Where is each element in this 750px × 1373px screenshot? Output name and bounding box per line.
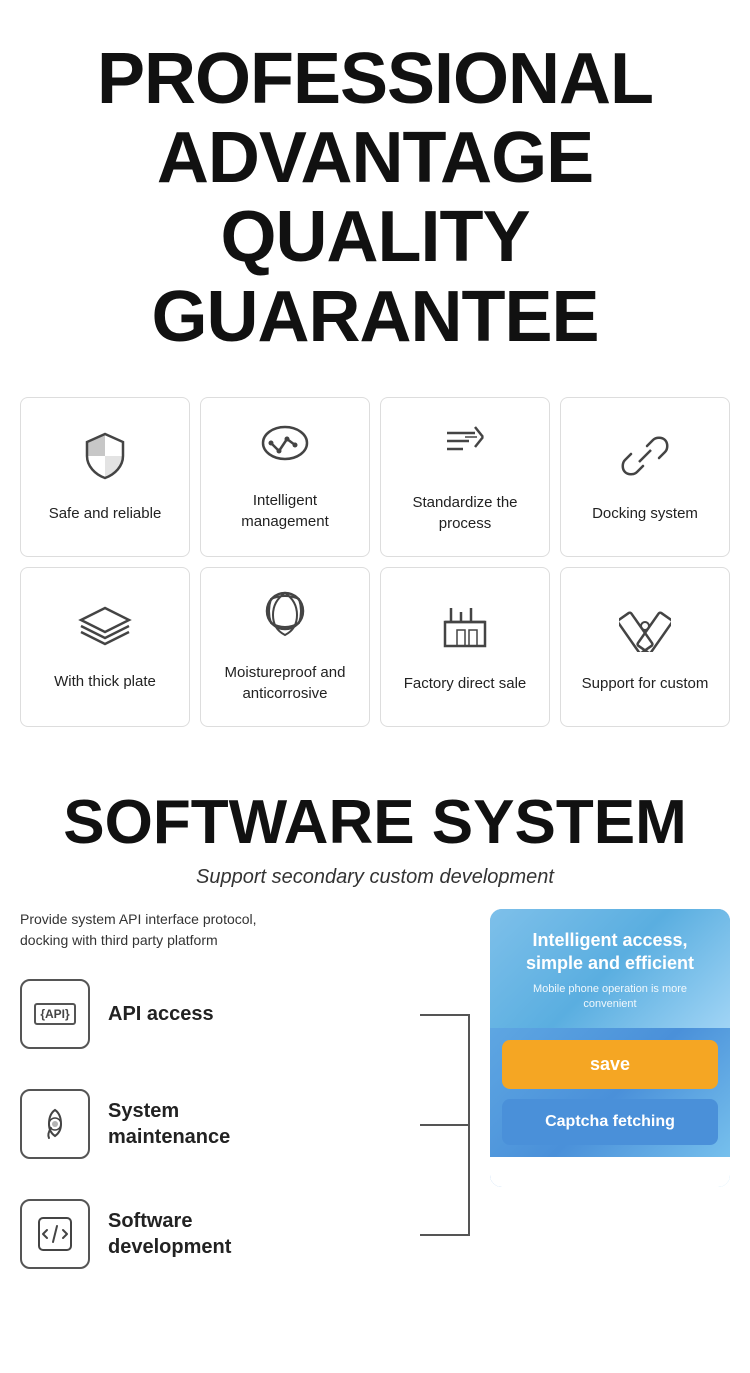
feature-standardize: Standardize the process (380, 397, 550, 557)
software-body: Provide system API interface protocol,do… (20, 909, 730, 1305)
save-button[interactable]: save (502, 1040, 718, 1089)
feature-label: Support for custom (582, 673, 709, 694)
grid-row-2: With thick plate Moistureproof and antic… (20, 567, 730, 727)
sw-items-wrapper: {API} API access (20, 979, 470, 1269)
feature-factory: Factory direct sale (380, 567, 550, 727)
maintenance-label: Systemmaintenance (108, 1098, 230, 1150)
panel-buttons: save Captcha fetching (490, 1028, 730, 1157)
feature-label: Docking system (592, 503, 698, 524)
software-left: Provide system API interface protocol,do… (20, 909, 470, 1305)
software-title: SOFTWARE SYSTEM (20, 787, 730, 858)
panel-card: Intelligent access,simple and efficient … (490, 909, 730, 1188)
header-section: PROFESSIONAL ADVANTAGE QUALITY GUARANTEE (0, 0, 750, 387)
feature-label: Safe and reliable (49, 503, 162, 524)
provide-text: Provide system API interface protocol,do… (20, 909, 470, 951)
header-line2: ADVANTAGE (157, 118, 593, 198)
feature-thick-plate: With thick plate (20, 567, 190, 727)
api-icon: {API} (20, 979, 90, 1049)
feature-label: Factory direct sale (404, 673, 527, 694)
factory-icon (437, 600, 493, 661)
custom-icon (619, 600, 671, 661)
feature-label: Standardize the process (391, 492, 539, 534)
feature-label: With thick plate (54, 671, 156, 692)
sw-item-api: {API} API access (20, 979, 470, 1049)
shield-icon (79, 430, 131, 491)
captcha-button[interactable]: Captcha fetching (502, 1099, 718, 1145)
feature-intelligent: Intelligent management (200, 397, 370, 557)
header-line1: PROFESSIONAL (97, 39, 653, 119)
header-line3: QUALITY GUARANTEE (151, 197, 598, 356)
feature-safe-reliable: Safe and reliable (20, 397, 190, 557)
layers-icon (77, 602, 133, 659)
maintenance-icon (20, 1089, 90, 1159)
feature-custom: Support for custom (560, 567, 730, 727)
features-grid: Safe and reliable Intelligent management (0, 387, 750, 757)
link-icon (619, 430, 671, 491)
sw-item-maintenance: Systemmaintenance (20, 1089, 470, 1159)
grid-row-1: Safe and reliable Intelligent management (20, 397, 730, 557)
header-title: PROFESSIONAL ADVANTAGE QUALITY GUARANTEE (20, 40, 730, 357)
feature-label: Intelligent management (211, 490, 359, 532)
process-icon (439, 419, 491, 480)
code-icon (20, 1199, 90, 1269)
feature-moistureproof: Moistureproof and anticorrosive (200, 567, 370, 727)
panel-bottom (490, 1157, 730, 1187)
panel-sub-text: Mobile phone operation is moreconvenient (506, 982, 714, 1013)
cloud-icon (257, 421, 313, 478)
sw-item-development: Softwaredevelopment (20, 1199, 470, 1269)
software-subtitle: Support secondary custom development (20, 866, 730, 889)
leaf-icon (259, 589, 311, 650)
feature-label: Moistureproof and anticorrosive (211, 662, 359, 704)
software-right: Intelligent access,simple and efficient … (490, 909, 730, 1188)
feature-docking: Docking system (560, 397, 730, 557)
panel-main-text: Intelligent access,simple and efficient (506, 929, 714, 976)
panel-top: Intelligent access,simple and efficient … (490, 909, 730, 1029)
api-label: API access (108, 1001, 214, 1027)
development-label: Softwaredevelopment (108, 1208, 231, 1260)
software-section: SOFTWARE SYSTEM Support secondary custom… (0, 757, 750, 1325)
